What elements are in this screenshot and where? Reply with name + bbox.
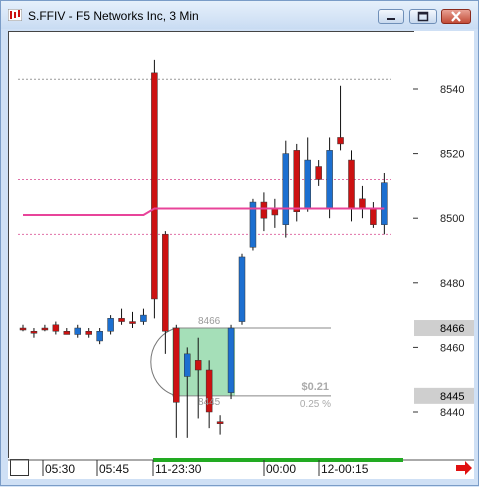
chart-window: S.FFIV - F5 Networks Inc, 3 Min 8466 844… <box>0 0 479 486</box>
minimize-button[interactable] <box>378 9 404 24</box>
plot-area[interactable] <box>8 31 415 460</box>
title-bar[interactable]: S.FFIV - F5 Networks Inc, 3 Min <box>1 1 478 29</box>
maximize-button[interactable] <box>409 9 437 24</box>
chart-app-icon <box>8 9 22 21</box>
window-title: S.FFIV - F5 Networks Inc, 3 Min <box>28 9 199 23</box>
maximize-icon <box>417 11 429 22</box>
time-axis[interactable] <box>8 458 474 479</box>
price-axis[interactable] <box>414 31 474 458</box>
close-icon <box>451 11 461 22</box>
corner-box[interactable] <box>10 459 29 476</box>
close-button[interactable] <box>441 9 471 24</box>
minimize-icon <box>387 18 395 20</box>
